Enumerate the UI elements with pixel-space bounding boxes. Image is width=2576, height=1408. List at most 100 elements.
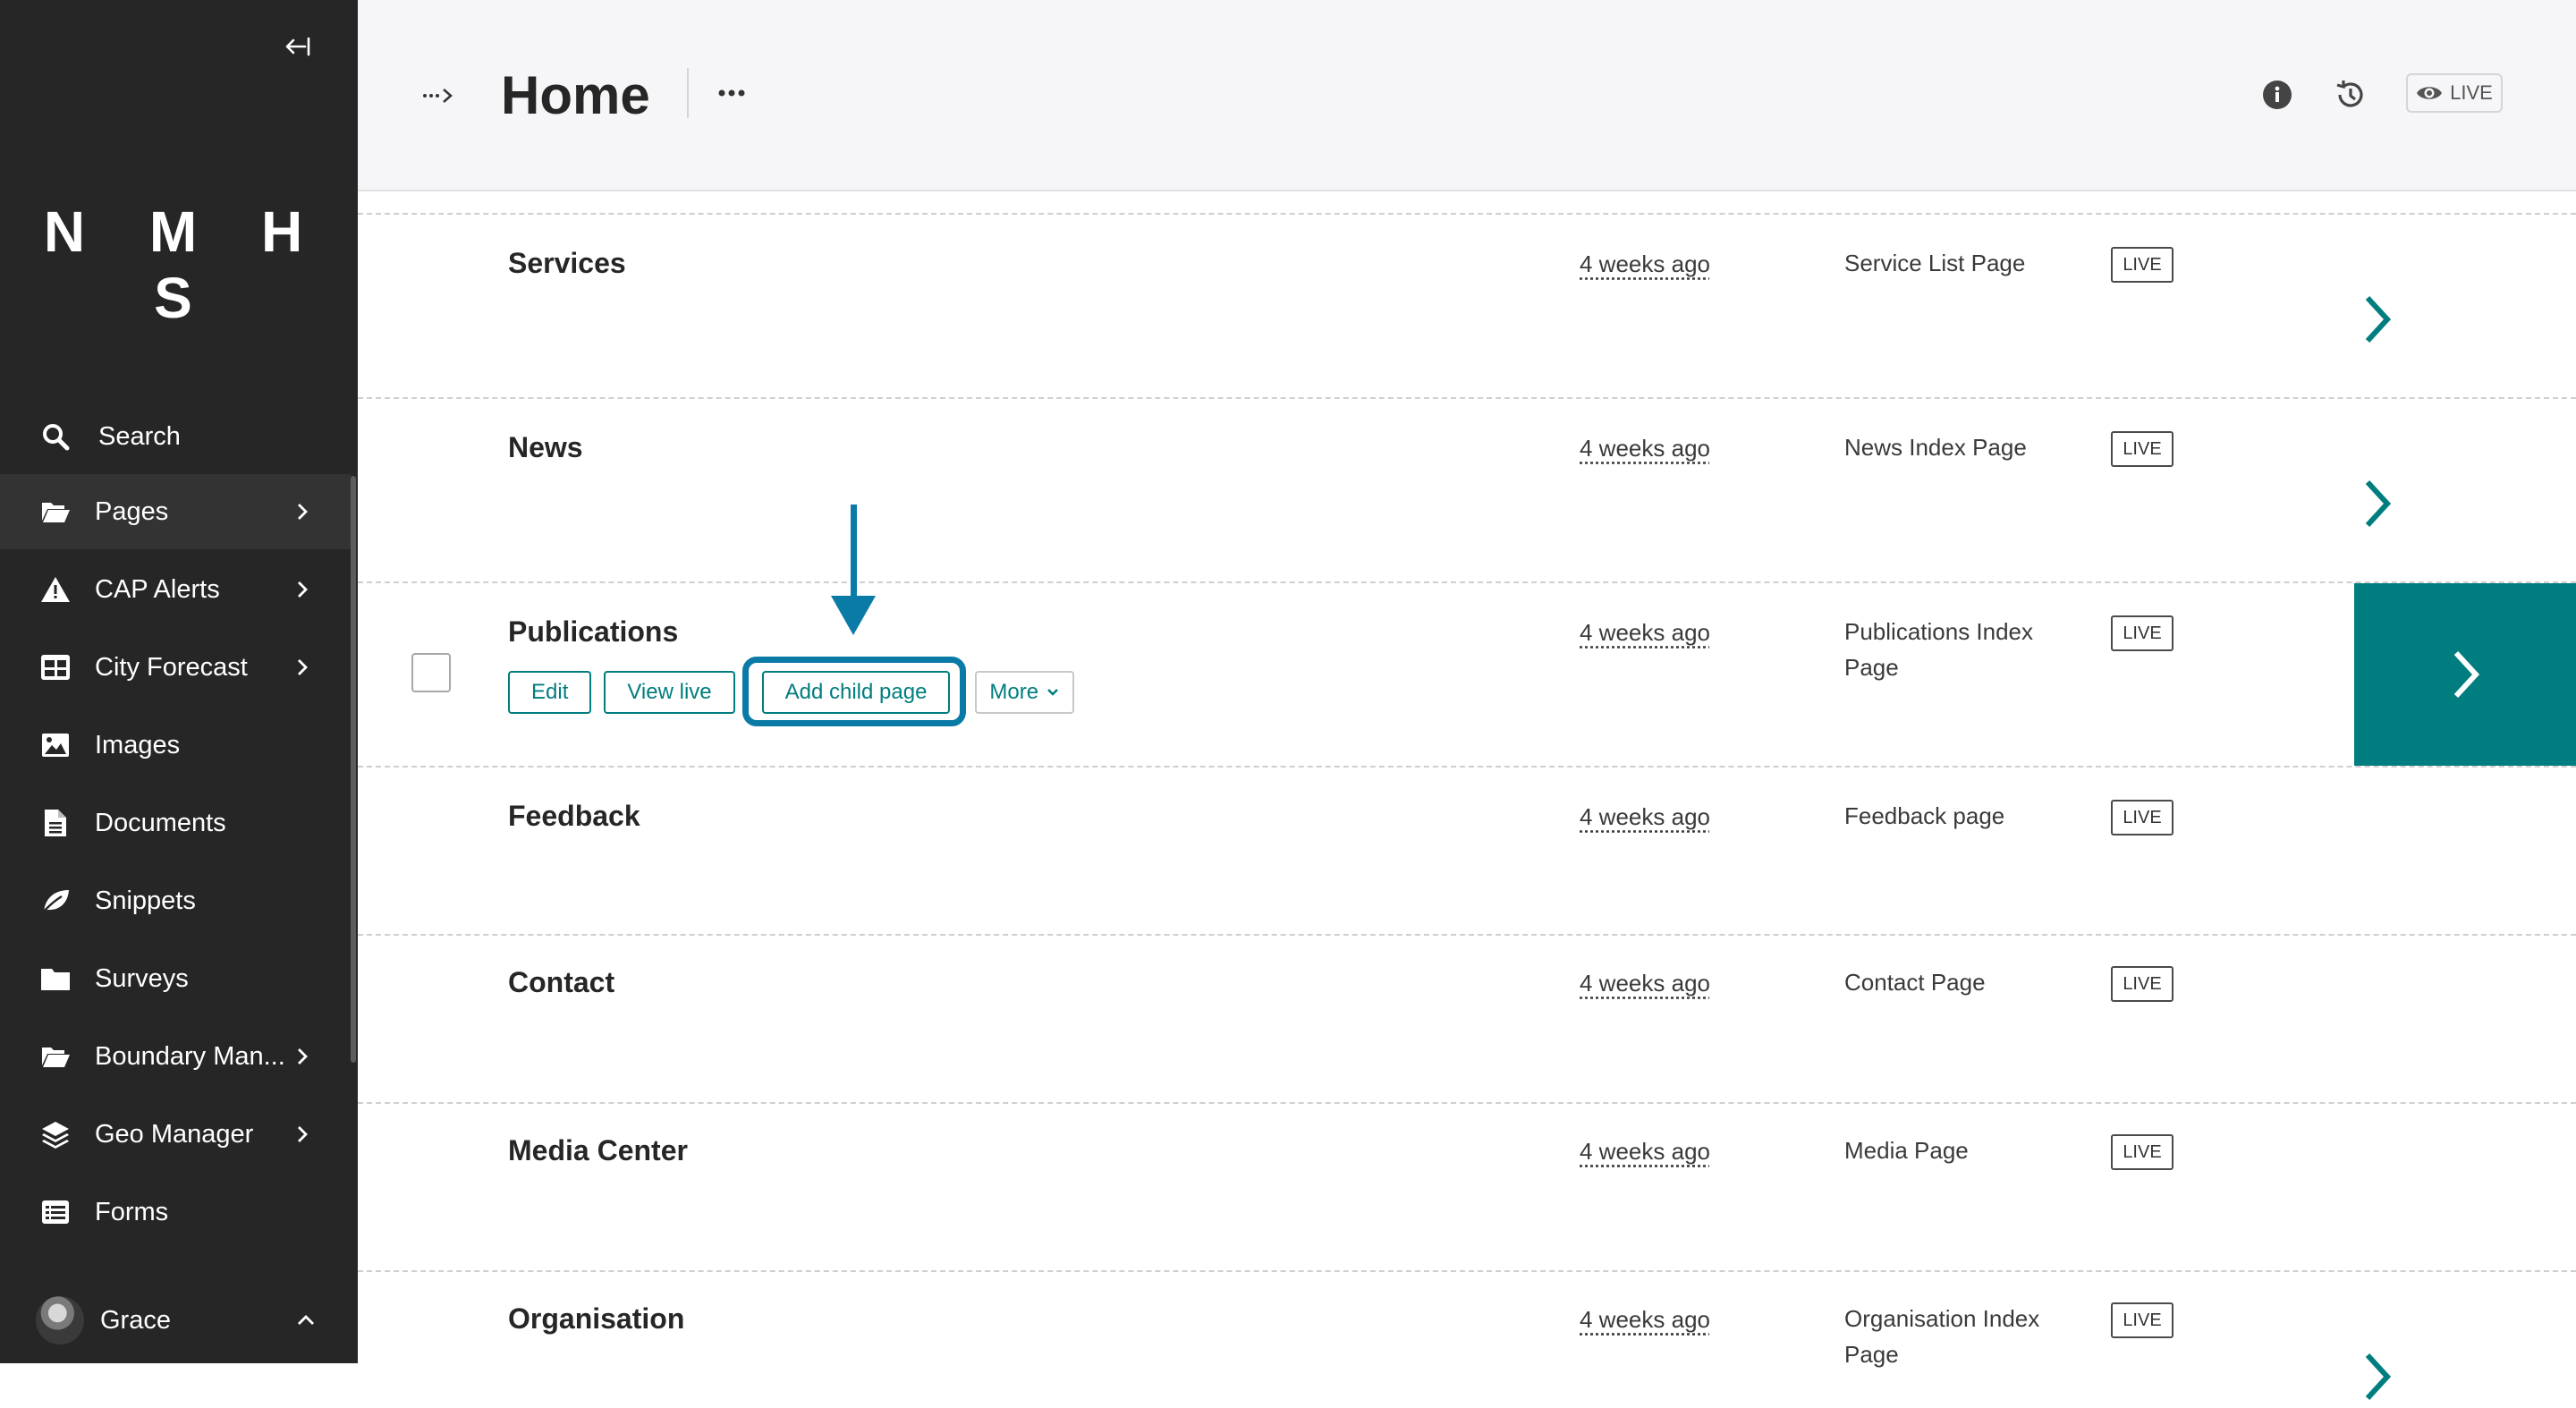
- chevron-right-icon: [298, 581, 308, 598]
- status-badge: LIVE: [2111, 1302, 2174, 1338]
- sidebar-item-documents[interactable]: Documents: [0, 785, 351, 861]
- site-logo[interactable]: N M H S: [0, 199, 358, 331]
- sidebar-item-geo-manager[interactable]: Geo Manager: [0, 1097, 351, 1172]
- view-live-button[interactable]: View live: [604, 671, 735, 714]
- folder-open-icon: [39, 496, 72, 528]
- edit-button[interactable]: Edit: [508, 671, 592, 714]
- last-updated: 4 weeks ago: [1580, 1306, 1710, 1333]
- sidebar-item-label: Snippets: [95, 886, 196, 915]
- row-checkbox[interactable]: [411, 653, 451, 692]
- last-updated: 4 weeks ago: [1580, 435, 1710, 462]
- page-type: Feedback page: [1844, 802, 2005, 829]
- live-status-badge[interactable]: LIVE: [2406, 73, 2503, 113]
- page-type: Publications Index Page: [1844, 618, 2034, 681]
- page-type: Service List Page: [1844, 250, 2026, 276]
- table-row[interactable]: Publications Edit View live Add child pa…: [358, 581, 2576, 766]
- page-type: Contact Page: [1844, 969, 1986, 996]
- page-title-link[interactable]: Organisation: [508, 1302, 684, 1336]
- page-title-link[interactable]: Services: [508, 247, 626, 280]
- sidebar-item-label: Surveys: [95, 963, 189, 993]
- status-badge: LIVE: [2111, 966, 2174, 1002]
- folder-icon: [39, 963, 72, 995]
- table-row[interactable]: Media Center 4 weeks ago Media Page LIVE: [358, 1102, 2576, 1270]
- history-icon[interactable]: [2331, 75, 2370, 115]
- sidebar-item-label: Images: [95, 730, 181, 759]
- chevron-right-icon: [298, 659, 308, 675]
- status-badge: LIVE: [2111, 1134, 2174, 1170]
- leaf-icon: [39, 885, 72, 917]
- explore-children-icon[interactable]: [2354, 1345, 2399, 1408]
- chevron-right-icon: [298, 504, 308, 520]
- sidebar-item-search[interactable]: Search: [0, 399, 351, 474]
- sidebar: N M H S Search Pages CAP Alerts City For…: [0, 0, 358, 1363]
- sidebar-item-images[interactable]: Images: [0, 708, 351, 783]
- info-icon[interactable]: [2259, 77, 2295, 113]
- chevron-down-icon: [1047, 689, 1058, 696]
- sidebar-item-snippets[interactable]: Snippets: [0, 863, 351, 938]
- status-badge: LIVE: [2111, 800, 2174, 835]
- sidebar-item-boundary-manager[interactable]: Boundary Man...: [0, 1019, 351, 1094]
- explore-children-icon[interactable]: [2354, 288, 2399, 351]
- list-icon: [39, 1196, 72, 1228]
- last-updated: 4 weeks ago: [1580, 619, 1710, 646]
- sidebar-item-cap-alerts[interactable]: CAP Alerts: [0, 552, 351, 627]
- sidebar-item-label: Search: [98, 421, 181, 451]
- sidebar-item-forms[interactable]: Forms: [0, 1175, 351, 1250]
- document-icon: [39, 807, 72, 839]
- page-title-link[interactable]: Feedback: [508, 800, 640, 833]
- search-icon: [39, 420, 72, 453]
- page-header: Home LIVE: [358, 0, 2576, 191]
- child-pages-listing: Services 4 weeks ago Service List Page L…: [358, 191, 2576, 1401]
- status-badge: LIVE: [2111, 247, 2174, 283]
- page-title-link[interactable]: News: [508, 431, 583, 464]
- sidebar-item-label: Boundary Man...: [95, 1041, 285, 1071]
- table-row[interactable]: Organisation 4 weeks ago Organisation In…: [358, 1270, 2576, 1401]
- table-row[interactable]: Services 4 weeks ago Service List Page L…: [358, 213, 2576, 397]
- sidebar-item-label: Pages: [95, 496, 169, 526]
- sidebar-item-label: Geo Manager: [95, 1119, 254, 1149]
- page-title-link[interactable]: Contact: [508, 966, 614, 999]
- live-status-label: LIVE: [2450, 81, 2493, 104]
- sidebar-item-pages[interactable]: Pages: [0, 474, 351, 549]
- annotation-arrow-icon: [831, 505, 876, 635]
- page-title-link[interactable]: Media Center: [508, 1134, 688, 1167]
- page-type: Organisation Index Page: [1844, 1305, 2040, 1368]
- status-badge: LIVE: [2111, 615, 2174, 651]
- warning-icon: [39, 573, 72, 606]
- breadcrumb-toggle-icon[interactable]: [419, 77, 460, 113]
- table-row[interactable]: Contact 4 weeks ago Contact Page LIVE: [358, 934, 2576, 1102]
- table-row[interactable]: Feedback 4 weeks ago Feedback page LIVE: [358, 766, 2576, 934]
- table-row[interactable]: News 4 weeks ago News Index Page LIVE: [358, 397, 2576, 581]
- sidebar-item-city-forecast[interactable]: City Forecast: [0, 630, 351, 705]
- sidebar-scrollbar[interactable]: [351, 476, 356, 1063]
- last-updated: 4 weeks ago: [1580, 803, 1710, 830]
- sidebar-item-label: Documents: [95, 808, 226, 837]
- sidebar-item-label: Forms: [95, 1197, 169, 1226]
- folder-open-icon: [39, 1040, 72, 1073]
- sidebar-item-label: CAP Alerts: [95, 574, 220, 604]
- status-badge: LIVE: [2111, 431, 2174, 467]
- table-icon: [39, 651, 72, 683]
- title-divider: [687, 68, 689, 118]
- account-menu[interactable]: Grace: [0, 1288, 358, 1353]
- page-type: Media Page: [1844, 1137, 1969, 1164]
- explore-children-icon[interactable]: [2354, 472, 2399, 535]
- more-button[interactable]: More: [975, 671, 1075, 714]
- eye-icon: [2417, 87, 2443, 99]
- page-type: News Index Page: [1844, 434, 2027, 461]
- highlight-ring: [742, 657, 966, 726]
- last-updated: 4 weeks ago: [1580, 1138, 1710, 1165]
- chevron-up-icon: [298, 1315, 314, 1325]
- chevron-right-icon: [298, 1048, 308, 1064]
- page-title-link[interactable]: Publications: [508, 615, 678, 649]
- explore-children-button[interactable]: [2354, 583, 2576, 766]
- last-updated: 4 weeks ago: [1580, 970, 1710, 997]
- sidebar-item-surveys[interactable]: Surveys: [0, 941, 351, 1016]
- page-actions-icon[interactable]: [714, 75, 750, 111]
- chevron-right-icon: [2453, 650, 2480, 699]
- sidebar-item-label: City Forecast: [95, 652, 248, 682]
- account-name: Grace: [100, 1305, 171, 1335]
- collapse-sidebar-icon[interactable]: [277, 27, 320, 66]
- more-label: More: [989, 680, 1039, 704]
- layers-icon: [39, 1118, 72, 1150]
